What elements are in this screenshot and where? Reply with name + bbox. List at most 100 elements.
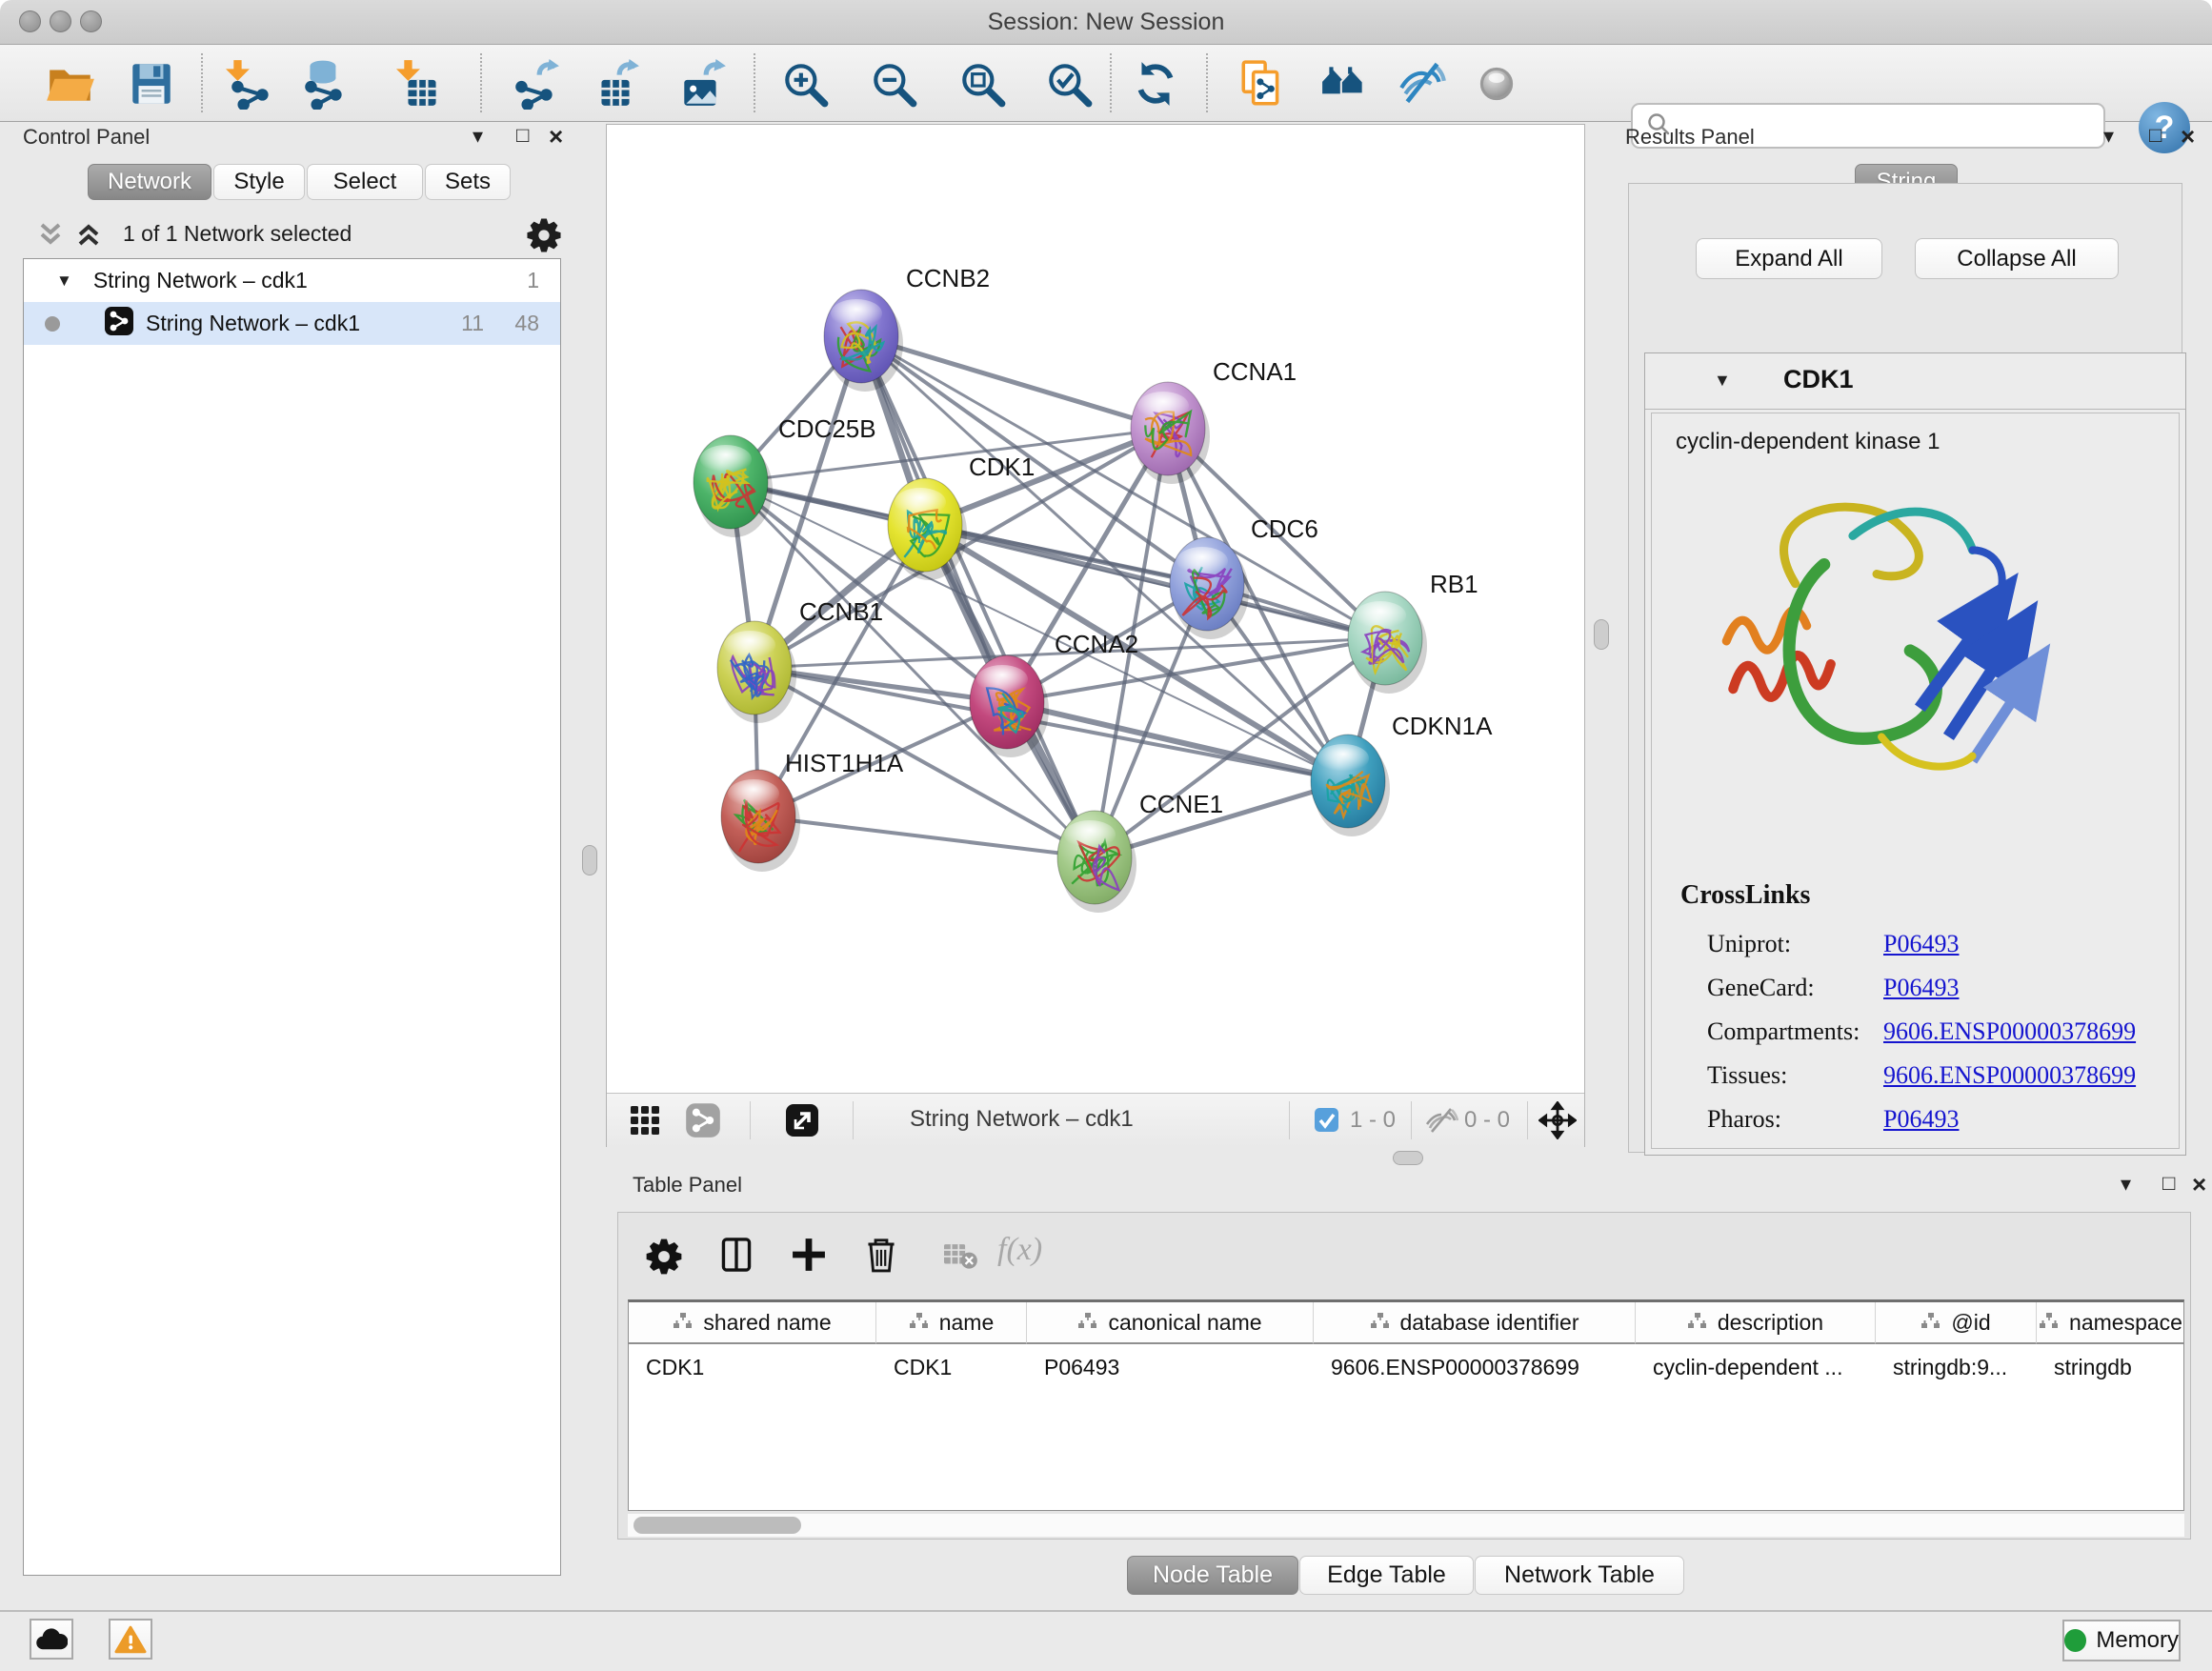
- close-panel-icon[interactable]: ×: [2192, 1170, 2206, 1199]
- tab-style[interactable]: Style: [213, 164, 305, 200]
- gene-section-header[interactable]: ▼ CDK1: [1645, 353, 2185, 410]
- node-label-HIST1H1A: HIST1H1A: [785, 749, 904, 777]
- open-in-window-icon[interactable]: [784, 1102, 820, 1143]
- open-session-icon[interactable]: [43, 56, 98, 111]
- refresh-icon[interactable]: [1128, 56, 1183, 111]
- tab-edge-table[interactable]: Edge Table: [1299, 1556, 1474, 1595]
- network-options-gear-icon[interactable]: [524, 215, 564, 260]
- table-cell[interactable]: stringdb: [2037, 1346, 2184, 1388]
- network-node-CDKN1A[interactable]: CDKN1A: [1311, 712, 1493, 836]
- network-node-CCNB2[interactable]: CCNB2: [824, 264, 990, 392]
- grid-view-icon[interactable]: [628, 1103, 662, 1142]
- delete-column-icon[interactable]: [860, 1234, 902, 1280]
- export-table-icon[interactable]: [588, 56, 643, 111]
- expand-all-button[interactable]: Expand All: [1696, 238, 1882, 279]
- table-cell[interactable]: P06493: [1027, 1346, 1314, 1388]
- crosslink-row: Pharos:P06493: [1707, 1097, 2164, 1141]
- float-panel-icon[interactable]: □: [2162, 1171, 2175, 1196]
- table-cell[interactable]: CDK1: [629, 1346, 876, 1388]
- toolbar-divider: [1206, 53, 1208, 112]
- column-header-database-identifier[interactable]: database identifier: [1314, 1302, 1636, 1344]
- close-panel-icon[interactable]: ×: [549, 122, 563, 151]
- birds-eye-view-icon[interactable]: [1538, 1101, 1577, 1144]
- network-collection-count: 1: [527, 268, 539, 293]
- table-cell[interactable]: stringdb:9...: [1876, 1346, 2037, 1388]
- crosslink-row: GeneCard:P06493: [1707, 966, 2164, 1010]
- import-table-file-icon[interactable]: [394, 56, 450, 111]
- cloud-status-button[interactable]: [30, 1619, 73, 1660]
- zoom-in-icon[interactable]: [777, 56, 833, 111]
- network-status-dot-icon: [45, 316, 60, 332]
- warning-status-button[interactable]: [109, 1619, 152, 1660]
- zoom-selected-icon[interactable]: [1041, 56, 1096, 111]
- collapse-all-button[interactable]: Collapse All: [1915, 238, 2119, 279]
- first-neighbors-icon[interactable]: [1317, 56, 1373, 111]
- export-image-icon[interactable]: [674, 56, 730, 111]
- column-header-namespace[interactable]: namespace: [2037, 1302, 2184, 1344]
- table-cell[interactable]: 9606.ENSP00000378699: [1314, 1346, 1636, 1388]
- column-header-name[interactable]: name: [876, 1302, 1027, 1344]
- import-network-database-icon[interactable]: [297, 56, 352, 111]
- table-horizontal-scrollbar[interactable]: [628, 1514, 2184, 1537]
- float-panel-icon[interactable]: □: [516, 123, 529, 148]
- crosslink-label: Uniprot:: [1707, 930, 1883, 958]
- tab-sets[interactable]: Sets: [425, 164, 511, 200]
- close-panel-icon[interactable]: ×: [2181, 122, 2195, 151]
- crosslink-genecard-link[interactable]: P06493: [1883, 974, 1959, 1002]
- collapse-all-networks-icon[interactable]: [34, 219, 67, 254]
- network-canvas[interactable]: CCNB2CCNA1CDC25BCDK1CDC6RB1CCNB1CCNA2CDK…: [607, 125, 1584, 1093]
- network-node-CCNE1[interactable]: CCNE1: [1057, 790, 1223, 913]
- tab-network[interactable]: Network: [88, 164, 211, 200]
- float-panel-icon[interactable]: □: [2149, 123, 2162, 148]
- crosslink-uniprot-link[interactable]: P06493: [1883, 930, 1959, 958]
- network-view-panel: CCNB2CCNA1CDC25BCDK1CDC6RB1CCNB1CCNA2CDK…: [606, 124, 1585, 1147]
- network-node-HIST1H1A[interactable]: HIST1H1A: [721, 749, 904, 872]
- results-panel-title: Results Panel: [1625, 125, 1755, 150]
- crosslink-tissues-link[interactable]: 9606.ENSP00000378699: [1883, 1061, 2136, 1090]
- column-header-canonical-name[interactable]: canonical name: [1027, 1302, 1314, 1344]
- zoom-out-icon[interactable]: [866, 56, 921, 111]
- collapse-panel-icon[interactable]: ▾: [2121, 1172, 2131, 1197]
- selected-nodes-checkbox-icon[interactable]: [1314, 1107, 1339, 1137]
- table-cell[interactable]: cyclin-dependent ...: [1636, 1346, 1876, 1388]
- export-network-icon[interactable]: [508, 56, 563, 111]
- zoom-fit-icon[interactable]: [955, 56, 1010, 111]
- network-row[interactable]: String Network – cdk1 11 48: [24, 302, 560, 345]
- left-splitter-handle[interactable]: [582, 845, 597, 876]
- tab-select[interactable]: Select: [307, 164, 423, 200]
- string-style-icon[interactable]: [685, 1102, 721, 1143]
- bottom-splitter-handle[interactable]: [1393, 1151, 1423, 1165]
- column-header-shared-name[interactable]: shared name: [629, 1302, 876, 1344]
- network-node-RB1[interactable]: RB1: [1348, 570, 1478, 694]
- disclosure-triangle-icon[interactable]: ▼: [56, 272, 72, 291]
- column-header-label: @id: [1951, 1310, 1990, 1336]
- table-options-gear-icon[interactable]: [643, 1236, 685, 1282]
- crosslink-compartments-link[interactable]: 9606.ENSP00000378699: [1883, 1017, 2136, 1046]
- network-node-CCNB1[interactable]: CCNB1: [717, 597, 883, 723]
- save-session-icon[interactable]: [124, 56, 179, 111]
- collapse-panel-icon[interactable]: ▾: [473, 124, 483, 149]
- hide-selected-icon[interactable]: [1396, 56, 1451, 111]
- right-splitter-handle[interactable]: [1594, 619, 1609, 650]
- column-header--id[interactable]: @id: [1876, 1302, 2037, 1344]
- node-label-CDK1: CDK1: [969, 453, 1035, 481]
- collapse-panel-icon[interactable]: ▾: [2103, 124, 2114, 149]
- add-column-icon[interactable]: [788, 1234, 830, 1280]
- column-header-description[interactable]: description: [1636, 1302, 1876, 1344]
- memory-button[interactable]: Memory: [2062, 1620, 2181, 1661]
- show-hidden-icon[interactable]: [1469, 56, 1524, 111]
- expand-all-networks-icon[interactable]: [72, 219, 105, 254]
- disclosure-triangle-icon[interactable]: ▼: [1714, 371, 1731, 391]
- scrollbar-thumb[interactable]: [633, 1517, 801, 1534]
- clone-network-icon[interactable]: [1235, 56, 1290, 111]
- tab-node-table[interactable]: Node Table: [1127, 1556, 1298, 1595]
- divider: [1527, 1101, 1528, 1139]
- show-columns-icon[interactable]: [715, 1234, 757, 1280]
- crosslink-pharos-link[interactable]: P06493: [1883, 1105, 1959, 1134]
- table-cell[interactable]: CDK1: [876, 1346, 1027, 1388]
- import-network-file-icon[interactable]: [224, 56, 279, 111]
- crosslink-label: Tissues:: [1707, 1061, 1883, 1090]
- tab-network-table[interactable]: Network Table: [1475, 1556, 1684, 1595]
- network-collection-row[interactable]: ▼ String Network – cdk1 1: [24, 259, 560, 302]
- network-node-CCNA1[interactable]: CCNA1: [1131, 357, 1297, 484]
